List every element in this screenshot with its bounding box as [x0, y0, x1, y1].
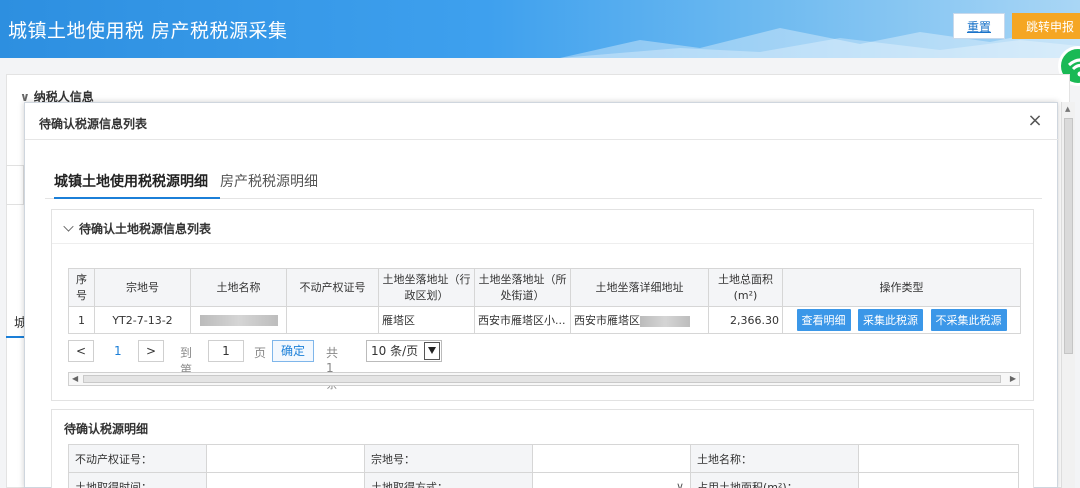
table-row: 1 YT2-7-13-2 雁塔区 西安市雁塔区小... 西安市雁塔区 2,366… — [68, 306, 1021, 334]
table-header-row: 序号 宗地号 土地名称 不动产权证号 土地坐落地址（行政区划） 土地坐落地址（所… — [68, 268, 1021, 307]
land-source-table: 序号 宗地号 土地名称 不动产权证号 土地坐落地址（行政区划） 土地坐落地址（所… — [68, 268, 1021, 334]
app-header: 城镇土地使用税 房产税税源采集 重置 跳转申报 — [0, 0, 1080, 58]
scrollbar-thumb[interactable] — [83, 375, 1001, 383]
land-name-label: 土地名称： — [690, 444, 859, 473]
col-actions: 操作类型 — [782, 268, 1021, 307]
col-cert-no: 不动产权证号 — [286, 268, 379, 307]
cert-no-label: 不动产权证号： — [68, 444, 207, 473]
page-title: 城镇土地使用税 房产税税源采集 — [8, 20, 288, 42]
background-fragment — [6, 165, 24, 205]
cell-street: 西安市雁塔区小... — [474, 306, 571, 334]
acquire-time-field[interactable] — [206, 472, 365, 488]
col-street: 土地坐落地址（所处街道） — [474, 268, 571, 307]
redacted-text — [199, 315, 278, 326]
cell-detail-address: 西安市雁塔区 — [570, 306, 709, 334]
dialog-divider — [25, 139, 1059, 140]
redacted-text — [640, 315, 690, 327]
goto-confirm-button[interactable]: 确定 — [272, 340, 314, 362]
col-district: 土地坐落地址（行政区划） — [378, 268, 475, 307]
land-source-list-title: 待确认土地税源信息列表 — [79, 222, 212, 236]
next-page-button[interactable]: > — [138, 340, 164, 362]
acquire-time-label: 土地取得时间： — [68, 472, 207, 488]
view-detail-button[interactable]: 查看明细 — [796, 309, 851, 331]
cell-district: 雁塔区 — [378, 306, 475, 334]
detail-row: 不动产权证号： 宗地号： 土地名称： — [68, 444, 1019, 473]
occupied-area-label: 占用土地面积(m²)： — [690, 472, 859, 488]
scroll-up-icon[interactable]: ▲ — [1065, 105, 1070, 113]
col-detail-address: 土地坐落详细地址 — [570, 268, 709, 307]
prev-page-button[interactable]: < — [68, 340, 94, 362]
goto-page-input[interactable]: 1 — [208, 340, 244, 362]
col-parcel-no: 宗地号 — [94, 268, 191, 307]
tab-property-tax-detail[interactable]: 房产税税源明细 — [220, 171, 318, 197]
cell-cert-no — [286, 306, 379, 334]
cell-area: 2,366.30 — [708, 306, 783, 334]
cell-actions: 查看明细 采集此税源 不采集此税源 — [782, 306, 1021, 334]
close-icon[interactable]: × — [1025, 111, 1045, 131]
scroll-left-icon[interactable]: ◀ — [72, 374, 78, 383]
chevron-down-icon[interactable]: ∨ — [676, 480, 684, 488]
pending-detail-title: 待确认税源明细 — [64, 422, 149, 436]
pending-tax-source-dialog: 待确认税源信息列表 × 城镇土地使用税税源明细 房产税税源明细 待确认土地税源信… — [24, 102, 1059, 488]
land-source-list-header[interactable]: 待确认土地税源信息列表 — [52, 210, 1033, 244]
detail-row: 土地取得时间： 土地取得方式： ∨ 占用土地面积(m²)： — [68, 472, 1019, 488]
col-area: 土地总面积(m²) — [708, 268, 783, 307]
scrollbar-thumb[interactable] — [1064, 118, 1073, 354]
reset-button[interactable]: 重置 — [953, 13, 1005, 39]
collect-source-button[interactable]: 采集此税源 — [858, 309, 923, 331]
pending-detail-panel: 待确认税源明细 不动产权证号： 宗地号： 土地名称： 土地取得时间： 土地取得方… — [51, 409, 1034, 488]
col-index: 序号 — [68, 268, 95, 307]
chevron-down-icon — [63, 221, 74, 232]
background-tab-underline — [6, 336, 24, 338]
page-size-select[interactable]: 10 条/页 — [366, 340, 442, 362]
cell-land-name — [190, 306, 287, 334]
current-page[interactable]: 1 — [114, 344, 122, 358]
land-source-list-panel: 待确认土地税源信息列表 序号 宗地号 土地名称 不动产权证号 土地坐落地址（行政… — [51, 209, 1034, 401]
detail-form-table: 不动产权证号： 宗地号： 土地名称： 土地取得时间： 土地取得方式： ∨ 占用土… — [68, 444, 1019, 488]
chevron-down-icon[interactable] — [424, 342, 440, 360]
col-land-name: 土地名称 — [190, 268, 287, 307]
dialog-title: 待确认税源信息列表 — [39, 117, 148, 131]
cell-parcel-no: YT2-7-13-2 — [94, 306, 191, 334]
skip-source-button[interactable]: 不采集此税源 — [930, 309, 1007, 331]
acquire-method-label: 土地取得方式： — [364, 472, 533, 488]
parcel-no-label: 宗地号： — [364, 444, 533, 473]
parcel-no-field[interactable] — [532, 444, 691, 473]
acquire-method-select[interactable]: ∨ — [532, 472, 691, 488]
cell-index: 1 — [68, 306, 95, 334]
land-name-field[interactable] — [858, 444, 1019, 473]
tab-bar: 城镇土地使用税税源明细 房产税税源明细 — [45, 167, 1042, 199]
occupied-area-field[interactable] — [858, 472, 1019, 488]
scroll-right-icon[interactable]: ▶ — [1010, 374, 1016, 383]
vertical-scrollbar[interactable]: ▲ — [1061, 102, 1075, 488]
tab-land-tax-detail[interactable]: 城镇土地使用税税源明细 — [54, 171, 220, 199]
jump-declare-button[interactable]: 跳转申报 — [1012, 13, 1080, 39]
horizontal-scrollbar[interactable]: ◀ ▶ — [68, 372, 1020, 386]
cert-no-field[interactable] — [206, 444, 365, 473]
page-unit-label: 页 — [254, 346, 267, 360]
